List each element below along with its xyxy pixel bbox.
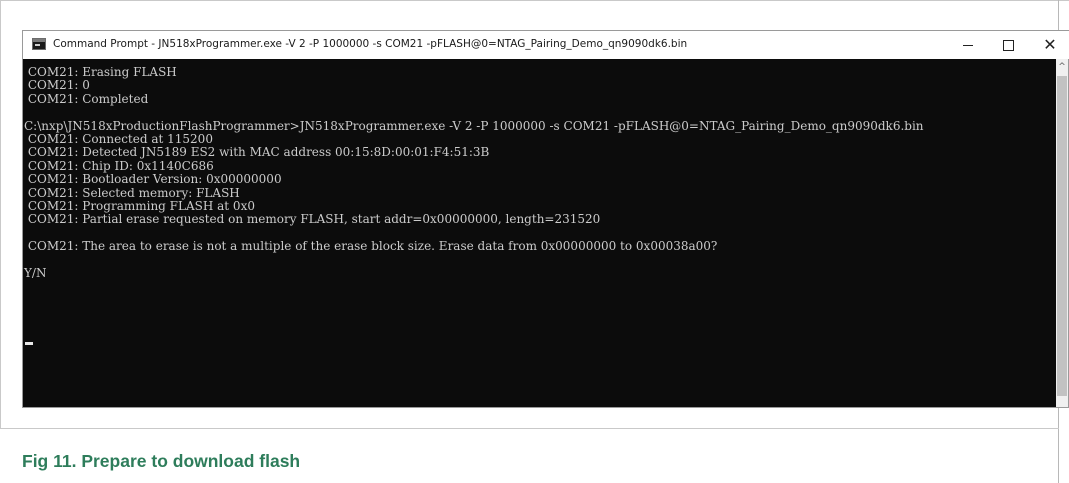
console-line: COM21: Erasing FLASH (24, 65, 177, 79)
console-line: COM21: Partial erase requested on memory… (24, 212, 601, 227)
console-line: COM21: 0 (24, 78, 90, 93)
minimize-button[interactable] (950, 31, 986, 59)
command-prompt-window[interactable]: Command Prompt - JN518xProgrammer.exe -V… (22, 30, 1069, 408)
maximize-icon (1002, 39, 1014, 51)
document-frame-bottom (0, 428, 1059, 429)
window-title: Command Prompt - JN518xProgrammer.exe -V… (53, 38, 688, 50)
text-cursor (25, 342, 33, 345)
command-prompt-icon[interactable] (32, 38, 46, 50)
close-button[interactable]: ✕ (1032, 31, 1068, 59)
close-icon: ✕ (1043, 35, 1057, 54)
vertical-scrollbar[interactable]: ^ (1056, 59, 1068, 407)
document-frame-top (0, 0, 1069, 1)
figure-caption: Fig 11. Prepare to download flash (22, 451, 301, 471)
console-output[interactable]: COM21: Erasing FLASH COM21: 0 COM21: Com… (23, 59, 1056, 407)
minimize-icon (963, 44, 973, 46)
console-line: COM21: Completed (24, 91, 149, 106)
title-bar[interactable]: Command Prompt - JN518xProgrammer.exe -V… (23, 31, 1069, 59)
maximize-button[interactable] (990, 31, 1026, 59)
console-line: C:\nxp\JN518xProductionFlashProgrammer>J… (24, 118, 924, 133)
console-line: COM21: Detected JN5189 ES2 with MAC addr… (24, 145, 490, 160)
console-line: COM21: Bootloader Version: 0x00000000 (24, 172, 282, 187)
console-line: COM21: Chip ID: 0x1140C686 (24, 158, 214, 173)
console-line: COM21: The area to erase is not a multip… (24, 239, 718, 254)
console-line: COM21: Selected memory: FLASH (24, 185, 240, 200)
console-line: COM21: Connected at 115200 (24, 131, 213, 146)
scroll-up-arrow-icon[interactable]: ^ (1056, 61, 1068, 73)
console-line: COM21: Programming FLASH at 0x0 (24, 198, 255, 213)
console-lines: COM21: Erasing FLASH COM21: 0 COM21: Com… (24, 65, 924, 280)
console-line: Y/N (24, 265, 47, 280)
document-frame-left (0, 0, 1, 428)
scroll-thumb[interactable] (1057, 76, 1067, 396)
